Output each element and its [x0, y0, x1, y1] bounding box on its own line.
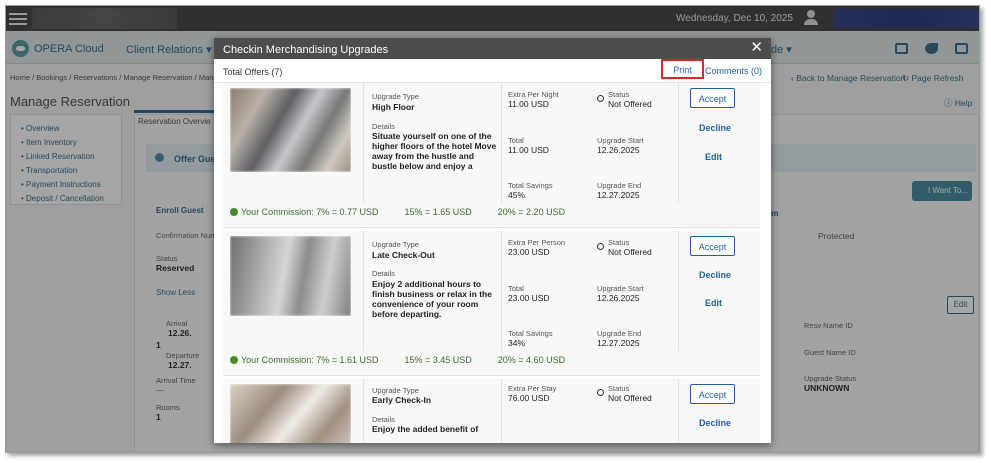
check-circle-icon	[230, 356, 238, 364]
upgrade-end-value: 12.27.2025	[597, 338, 640, 348]
dialog-header: Checkin Merchandising Upgrades ✕	[214, 38, 771, 59]
total-label: Total	[508, 284, 524, 293]
details-label: Details	[372, 269, 395, 278]
upgrade-start-label: Upgrade Start	[597, 284, 644, 293]
status-radio-icon	[597, 95, 604, 102]
commission-15: 15% = 3.45 USD	[404, 355, 472, 365]
details-label: Details	[372, 415, 395, 424]
total-value: 11.00 USD	[508, 145, 549, 155]
rate-value: 23.00 USD	[508, 247, 550, 257]
app-window: Wednesday, Dec 10, 2025 OPERA Cloud Clie…	[5, 5, 980, 453]
dialog-subheader: Total Offers (7) Print Comments (0)	[214, 59, 771, 83]
offers-list: Upgrade Type High Floor Details Situate …	[214, 83, 771, 443]
dialog-title: Checkin Merchandising Upgrades	[223, 44, 389, 56]
decline-link[interactable]: Decline	[699, 270, 731, 280]
upgrade-end-label: Upgrade End	[597, 329, 642, 338]
decline-link[interactable]: Decline	[699, 123, 731, 133]
upgrade-image	[230, 236, 351, 316]
status-label: Status	[608, 90, 630, 99]
upgrade-type-value: Early Check-In	[372, 395, 432, 405]
savings-value: 45%	[508, 190, 526, 200]
status-label: Status	[608, 238, 630, 247]
status-value: Not Offered	[608, 99, 652, 109]
details-text: Enjoy the added benefit of	[372, 424, 479, 434]
upgrade-start-label: Upgrade Start	[597, 136, 644, 145]
details-text: Enjoy 2 additional hours to finish busin…	[372, 279, 492, 319]
status-value: Not Offered	[608, 393, 652, 403]
checkin-upgrades-dialog: Checkin Merchandising Upgrades ✕ Total O…	[214, 38, 771, 443]
offer-card: Upgrade Type Early Check-In Details Enjo…	[223, 379, 760, 443]
offer-card: Upgrade Type High Floor Details Situate …	[223, 83, 760, 228]
accept-button[interactable]: Accept	[690, 236, 735, 256]
status-radio-icon	[597, 243, 604, 250]
close-icon[interactable]: ✕	[750, 40, 763, 56]
total-value: 23.00 USD	[508, 293, 550, 303]
total-label: Total	[508, 136, 524, 145]
edit-link[interactable]: Edit	[705, 298, 722, 308]
rate-value: 11.00 USD	[508, 99, 549, 109]
upgrade-end-label: Upgrade End	[597, 181, 642, 190]
check-circle-icon	[230, 208, 238, 216]
rate-label: Extra Per Stay	[508, 384, 557, 393]
upgrade-end-value: 12.27.2025	[597, 190, 640, 200]
upgrade-type-label: Upgrade Type	[372, 386, 419, 395]
upgrade-type-value: High Floor	[372, 102, 415, 112]
print-link[interactable]: Print	[661, 59, 704, 79]
commission-row: Your Commission: 7% = 0.77 USD 15% = 1.65…	[230, 207, 591, 217]
upgrade-start-value: 12.26.2025	[597, 293, 640, 303]
status-value: Not Offered	[608, 247, 652, 257]
offer-card: Upgrade Type Late Check-Out Details Enjo…	[223, 231, 760, 376]
total-offers: Total Offers (7)	[223, 67, 283, 77]
commission-15: 15% = 1.65 USD	[404, 207, 472, 217]
commission-7: Your Commission: 7% = 1.61 USD	[241, 355, 379, 365]
commission-20: 20% = 2.20 USD	[497, 207, 566, 217]
upgrade-type-label: Upgrade Type	[372, 92, 419, 101]
upgrade-type-value: Late Check-Out	[372, 250, 435, 260]
upgrade-image	[230, 88, 351, 172]
upgrade-start-value: 12.26.2025	[597, 145, 640, 155]
upgrade-image	[230, 384, 351, 443]
accept-button[interactable]: Accept	[690, 384, 735, 404]
comments-link[interactable]: Comments (0)	[705, 66, 762, 76]
rate-value: 76.00 USD	[508, 393, 550, 403]
accept-button[interactable]: Accept	[690, 88, 735, 108]
commission-7: Your Commission: 7% = 0.77 USD	[241, 207, 379, 217]
commission-row: Your Commission: 7% = 1.61 USD 15% = 3.45…	[230, 355, 591, 365]
rate-label: Extra Per Night	[508, 90, 559, 99]
decline-link[interactable]: Decline	[699, 418, 731, 428]
savings-value: 34%	[508, 338, 526, 348]
status-label: Status	[608, 384, 630, 393]
commission-20: 20% = 4.60 USD	[497, 355, 566, 365]
details-label: Details	[372, 122, 395, 131]
status-radio-icon	[597, 389, 604, 396]
upgrade-type-label: Upgrade Type	[372, 240, 419, 249]
savings-label: Total Savings	[508, 181, 553, 190]
savings-label: Total Savings	[508, 329, 553, 338]
edit-link[interactable]: Edit	[705, 152, 722, 162]
details-text: Situate yourself on one of the higher fl…	[372, 131, 497, 171]
rate-label: Extra Per Person	[508, 238, 566, 247]
